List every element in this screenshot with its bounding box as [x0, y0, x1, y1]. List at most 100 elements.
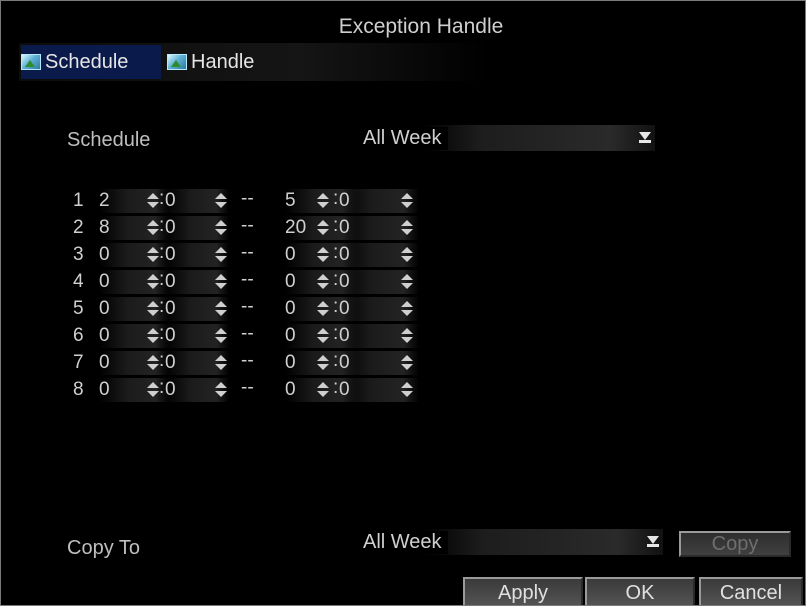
time-colon: :: [159, 269, 165, 290]
start-minute-value: 0: [165, 379, 176, 400]
spinner-arrows-icon[interactable]: [215, 220, 227, 236]
start-minute-spinner[interactable]: 0: [165, 243, 229, 267]
start-hour-value: 0: [99, 325, 110, 346]
end-minute-value: 0: [339, 244, 350, 265]
ok-button[interactable]: OK: [585, 577, 695, 605]
time-colon: :: [159, 350, 165, 371]
spinner-arrows-icon[interactable]: [317, 328, 329, 344]
spinner-arrows-icon[interactable]: [215, 328, 227, 344]
spinner-arrows-icon[interactable]: [147, 301, 159, 317]
spinner-arrows-icon[interactable]: [215, 301, 227, 317]
start-hour-value: 0: [99, 352, 110, 373]
spinner-arrows-icon[interactable]: [215, 247, 227, 263]
end-hour-value: 20: [285, 217, 307, 238]
spinner-arrows-icon[interactable]: [317, 247, 329, 263]
spinner-arrows-icon[interactable]: [215, 355, 227, 371]
row-number: 4: [73, 271, 84, 292]
spinner-arrows-icon[interactable]: [401, 382, 413, 398]
spinner-arrows-icon[interactable]: [401, 301, 413, 317]
tab-handle[interactable]: Handle: [167, 45, 287, 79]
spinner-arrows-icon[interactable]: [401, 355, 413, 371]
end-minute-spinner[interactable]: 0: [339, 351, 419, 375]
start-minute-value: 0: [165, 298, 176, 319]
picture-icon: [167, 54, 187, 70]
tab-handle-label: Handle: [191, 50, 255, 73]
time-row: 6 0 : 0 -- 0 : 0: [73, 323, 453, 350]
spinner-arrows-icon[interactable]: [147, 247, 159, 263]
start-hour-value: 8: [99, 217, 110, 238]
spinner-arrows-icon[interactable]: [401, 274, 413, 290]
end-minute-spinner[interactable]: 0: [339, 216, 419, 240]
spinner-arrows-icon[interactable]: [317, 274, 329, 290]
window-title: Exception Handle: [338, 15, 504, 38]
spinner-arrows-icon[interactable]: [401, 247, 413, 263]
spinner-arrows-icon[interactable]: [401, 193, 413, 209]
start-minute-spinner[interactable]: 0: [165, 351, 229, 375]
spinner-arrows-icon[interactable]: [317, 355, 329, 371]
time-row: 8 0 : 0 -- 0 : 0: [73, 377, 453, 404]
start-minute-spinner[interactable]: 0: [165, 270, 229, 294]
end-hour-value: 0: [285, 271, 296, 292]
spinner-arrows-icon[interactable]: [215, 382, 227, 398]
tab-schedule-label: Schedule: [45, 50, 129, 73]
end-minute-value: 0: [339, 271, 350, 292]
cancel-button[interactable]: Cancel: [699, 577, 803, 605]
schedule-dropdown-value: All Week: [363, 126, 448, 150]
end-hour-value: 0: [285, 352, 296, 373]
copy-to-label: Copy To: [67, 537, 141, 559]
time-colon: :: [333, 377, 339, 398]
end-hour-value: 0: [285, 298, 296, 319]
end-hour-value: 0: [285, 325, 296, 346]
time-range-dash: --: [241, 269, 254, 290]
spinner-arrows-icon[interactable]: [317, 220, 329, 236]
start-minute-value: 0: [165, 217, 176, 238]
start-minute-spinner[interactable]: 0: [165, 297, 229, 321]
time-colon: :: [333, 242, 339, 263]
spinner-arrows-icon[interactable]: [317, 193, 329, 209]
spinner-arrows-icon[interactable]: [147, 274, 159, 290]
end-minute-spinner[interactable]: 0: [339, 297, 419, 321]
end-minute-spinner[interactable]: 0: [339, 189, 419, 213]
start-minute-spinner[interactable]: 0: [165, 324, 229, 348]
spinner-arrows-icon[interactable]: [401, 220, 413, 236]
row-number: 6: [73, 325, 84, 346]
spinner-arrows-icon[interactable]: [215, 193, 227, 209]
end-minute-spinner[interactable]: 0: [339, 324, 419, 348]
spinner-arrows-icon[interactable]: [317, 301, 329, 317]
time-range-dash: --: [241, 323, 254, 344]
time-row: 5 0 : 0 -- 0 : 0: [73, 296, 453, 323]
spinner-arrows-icon[interactable]: [147, 382, 159, 398]
start-minute-value: 0: [165, 352, 176, 373]
end-minute-spinner[interactable]: 0: [339, 378, 419, 402]
spinner-arrows-icon[interactable]: [147, 193, 159, 209]
time-colon: :: [333, 188, 339, 209]
end-minute-spinner[interactable]: 0: [339, 243, 419, 267]
start-hour-value: 2: [99, 190, 110, 211]
spinner-arrows-icon[interactable]: [147, 355, 159, 371]
copy-button[interactable]: Copy: [679, 531, 791, 557]
start-minute-spinner[interactable]: 0: [165, 216, 229, 240]
spinner-arrows-icon[interactable]: [401, 328, 413, 344]
row-number: 1: [73, 190, 84, 211]
apply-button[interactable]: Apply: [463, 577, 583, 605]
end-minute-value: 0: [339, 379, 350, 400]
spinner-arrows-icon[interactable]: [317, 382, 329, 398]
end-minute-spinner[interactable]: 0: [339, 270, 419, 294]
time-colon: :: [159, 242, 165, 263]
time-row: 3 0 : 0 -- 0 : 0: [73, 242, 453, 269]
row-number: 5: [73, 298, 84, 319]
copy-to-dropdown[interactable]: All Week: [363, 529, 663, 555]
copy-to-dropdown-value: All Week: [363, 530, 448, 554]
spinner-arrows-icon[interactable]: [215, 274, 227, 290]
start-minute-spinner[interactable]: 0: [165, 189, 229, 213]
spinner-arrows-icon[interactable]: [147, 220, 159, 236]
start-hour-value: 0: [99, 271, 110, 292]
dropdown-arrow-icon: [647, 536, 659, 548]
tab-schedule[interactable]: Schedule: [21, 45, 161, 79]
time-row: 4 0 : 0 -- 0 : 0: [73, 269, 453, 296]
row-number: 3: [73, 244, 84, 265]
dropdown-arrow-icon: [639, 132, 651, 144]
start-minute-spinner[interactable]: 0: [165, 378, 229, 402]
spinner-arrows-icon[interactable]: [147, 328, 159, 344]
schedule-dropdown[interactable]: All Week: [363, 125, 655, 151]
